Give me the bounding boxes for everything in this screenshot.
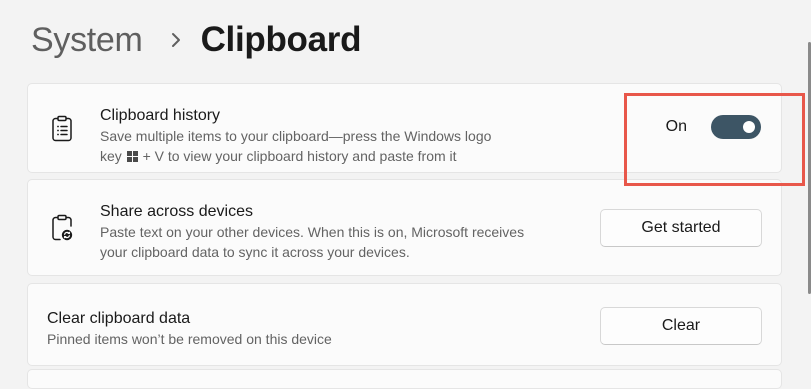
clipboard-history-toggle[interactable] — [711, 115, 761, 139]
share-across-devices-card: Share across devices Paste text on your … — [27, 179, 782, 276]
toggle-knob — [743, 121, 755, 133]
clipboard-list-icon — [52, 115, 72, 142]
desc-shortcut-text: + V to view your clipboard history and p… — [142, 148, 457, 164]
clear-clipboard-card: Clear clipboard data Pinned items won’t … — [27, 283, 782, 366]
share-across-devices-text: Share across devices Paste text on your … — [100, 202, 524, 262]
chevron-right-icon — [171, 33, 180, 47]
windows-logo-icon — [126, 151, 138, 162]
clipboard-history-text: Clipboard history Save multiple items to… — [100, 106, 491, 166]
desc-key-text: key — [100, 148, 122, 164]
clipboard-history-toggle-group: On — [666, 115, 761, 139]
clipboard-history-desc-line1: Save multiple items to your clipboard—pr… — [100, 128, 492, 144]
clear-clipboard-desc: Pinned items won’t be removed on this de… — [47, 331, 332, 347]
share-across-devices-desc-line2: your clipboard data to sync it across yo… — [100, 244, 410, 260]
breadcrumb: System Clipboard — [31, 14, 362, 66]
breadcrumb-system-link[interactable]: System — [31, 21, 143, 60]
clipboard-history-title: Clipboard history — [100, 107, 221, 124]
toggle-state-label: On — [665, 118, 687, 135]
share-across-devices-title: Share across devices — [100, 203, 253, 220]
clear-clipboard-text: Clear clipboard data Pinned items won’t … — [47, 309, 332, 349]
clipboard-history-card: Clipboard history Save multiple items to… — [27, 83, 782, 173]
next-setting-card — [27, 369, 782, 389]
clipboard-sync-icon — [52, 214, 73, 241]
clipboard-history-desc-line2: key + V to view your clipboard history a… — [100, 146, 491, 166]
clear-clipboard-title: Clear clipboard data — [47, 310, 191, 327]
get-started-button[interactable]: Get started — [600, 209, 762, 247]
share-across-devices-desc-line1: Paste text on your other devices. When t… — [100, 224, 525, 240]
clear-button[interactable]: Clear — [600, 307, 762, 345]
page-title: Clipboard — [200, 20, 362, 59]
